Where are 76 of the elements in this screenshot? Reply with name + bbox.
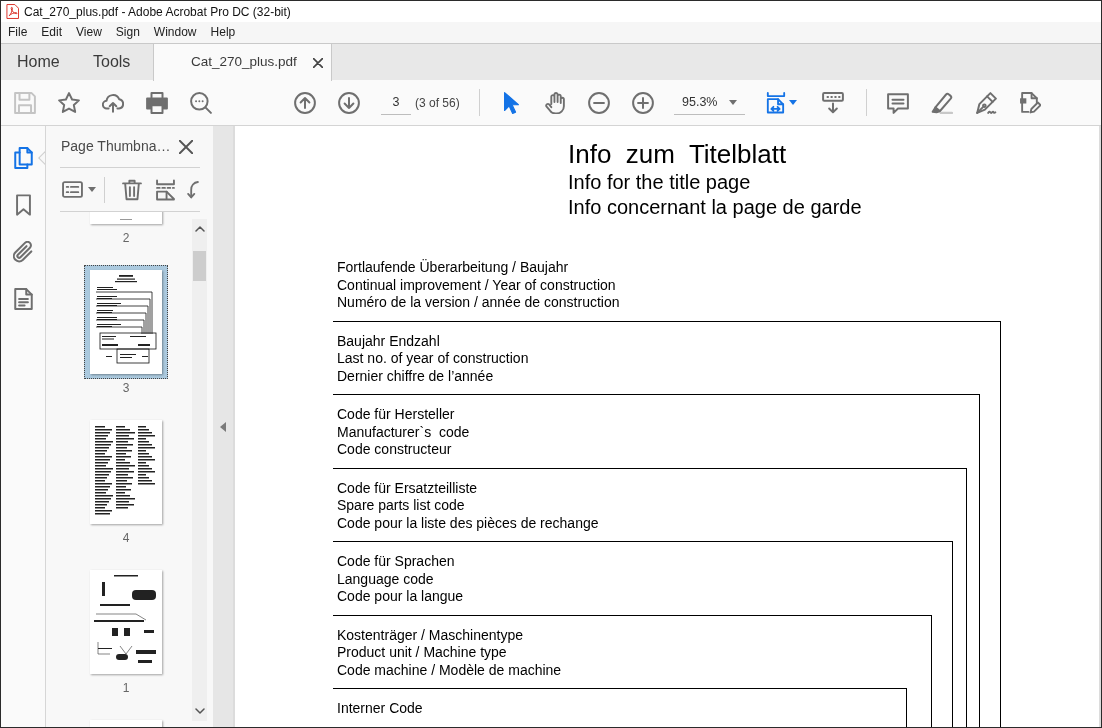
paperclip-icon (13, 241, 33, 263)
caret-icon (88, 187, 96, 192)
field-label: Code für Sprachen (336, 553, 456, 571)
scrollbar-thumb[interactable] (193, 251, 206, 281)
chevron-down-icon (194, 708, 205, 714)
list-icon (62, 181, 83, 198)
fit-page-icon (766, 91, 786, 114)
field-label: Code für Ersatzteilliste (336, 479, 479, 497)
panel-title: Page Thumbna… (61, 137, 171, 156)
field-label: Language code (336, 570, 435, 588)
close-icon (179, 139, 193, 154)
pages-icon (13, 147, 33, 169)
field-label: Last no. of year of construction (336, 350, 530, 368)
zoom-field[interactable]: 95.3% (674, 90, 726, 115)
field-label: Code machine / Modèle de machine (336, 661, 563, 679)
field-label: Baujahr Endzahl (336, 332, 441, 350)
hand-icon (544, 91, 566, 114)
page-number-label: 2 (122, 230, 130, 247)
rotate-arrow-icon (187, 180, 199, 199)
page-thumbnail[interactable] (84, 265, 168, 379)
caret-icon (789, 100, 797, 105)
search-icon (190, 91, 212, 114)
field-label: Code für Hersteller (336, 406, 456, 424)
page-number-label: 3 (122, 380, 130, 397)
menu-item[interactable]: Window (146, 22, 204, 43)
field-label: Fortlaufende Überarbeitung / Baujahr (336, 259, 570, 277)
arrow-up-circle-icon (294, 91, 316, 114)
nav-tab[interactable]: Home (1, 44, 77, 80)
field-label: Spare parts list code (336, 497, 466, 515)
field-label: Kostenträger / Maschinentype (336, 626, 524, 644)
document-pencil-icon (1019, 91, 1041, 114)
page-number-label: 4 (122, 530, 130, 547)
chevron-up-icon (194, 226, 205, 232)
field-label: Product unit / Machine type (336, 644, 508, 662)
pdf-file-icon (6, 4, 19, 19)
caret-icon (729, 99, 737, 105)
page-title: Info zum Titelblatt (568, 138, 788, 170)
document-icon (13, 288, 33, 310)
printer-icon (146, 91, 168, 114)
speech-bubble-icon (887, 91, 909, 114)
page-subtitle: Info concernant la page de garde (568, 195, 863, 220)
field-label: Code pour la liste des pièces de rechange (336, 514, 600, 532)
page-number-label: 1 (122, 680, 130, 697)
cloud-upload-icon (102, 92, 124, 113)
cursor-arrow-icon (503, 91, 519, 114)
scrollbar[interactable] (192, 219, 207, 721)
highlighter-icon (931, 91, 953, 114)
menu-item[interactable]: File (1, 22, 35, 43)
menu-item[interactable]: Help (203, 22, 243, 43)
triangle-left-icon (220, 421, 226, 432)
field-label: Manufacturer`s code (336, 423, 471, 441)
menu-item[interactable]: Sign (108, 22, 147, 43)
arrow-down-circle-icon (338, 91, 360, 114)
bookmark-icon (15, 194, 31, 216)
page-count: (3 of 56) (415, 94, 461, 112)
page-subtitle: Info for the title page (568, 170, 752, 195)
close-icon (313, 57, 323, 68)
window-title: Cat_270_plus.pdf - Adobe Acrobat Pro DC (32-bit) (24, 3, 291, 21)
page-scroll-icon (822, 91, 844, 114)
menu-item[interactable]: Edit (34, 22, 70, 43)
field-label: Dernier chiffre de l’année (336, 367, 495, 385)
minus-circle-icon (588, 91, 610, 114)
fountain-pen-icon (975, 91, 997, 114)
star-icon (58, 91, 80, 114)
page-insert-icon (155, 178, 175, 201)
trash-icon (122, 178, 142, 201)
field-label: Interner Code (336, 700, 424, 718)
nav-tab[interactable]: Tools (77, 44, 153, 80)
field-label: Continual improvement / Year of construction (336, 276, 617, 294)
document-tab[interactable]: Cat_270_plus.pdf (153, 44, 332, 81)
plus-circle-icon (632, 91, 654, 114)
page-number-field[interactable]: 3 (381, 90, 411, 115)
field-label: Code constructeur (336, 441, 453, 459)
field-label: Code pour la langue (336, 588, 465, 606)
field-label: Numéro de la version / année de construction (336, 294, 621, 312)
menu-item[interactable]: View (69, 22, 109, 43)
